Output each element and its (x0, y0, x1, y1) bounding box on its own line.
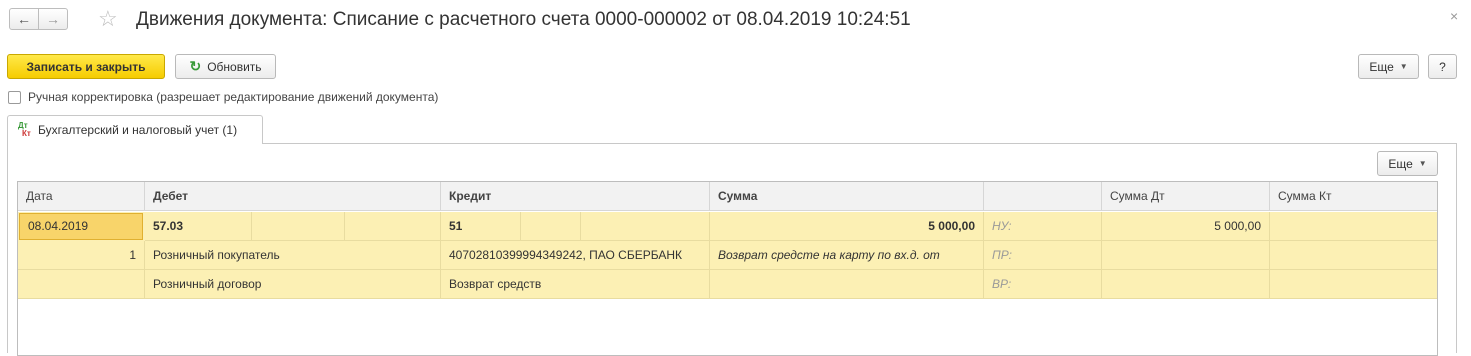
amount-kt-cell[interactable] (1270, 212, 1437, 241)
vr-label: ВР: (984, 270, 1102, 299)
back-button[interactable]: ← (9, 8, 39, 30)
column-header-date[interactable]: Дата (18, 182, 145, 211)
credit-account-cell[interactable]: 51 (441, 212, 521, 241)
amount-dt-pr-cell[interactable] (1102, 241, 1270, 270)
panel-more-button[interactable]: Еще ▼ (1377, 151, 1438, 176)
credit-subconto-cell[interactable] (521, 212, 581, 241)
pr-label: ПР: (984, 241, 1102, 270)
forward-button[interactable]: → (38, 8, 68, 30)
manual-edit-checkbox[interactable] (8, 91, 21, 104)
row-number-cell: 1 (18, 241, 145, 270)
arrow-left-icon: ← (17, 11, 31, 27)
manual-edit-label[interactable]: Ручная корректировка (разрешает редактир… (28, 90, 438, 104)
column-header-amount[interactable]: Сумма (710, 182, 984, 211)
column-header-amount-kt[interactable]: Сумма Кт (1270, 182, 1437, 211)
refresh-icon: ↻ (189, 58, 202, 74)
debit-subconto-cell[interactable] (345, 212, 441, 241)
refresh-button[interactable]: ↻ Обновить (175, 54, 276, 79)
empty-cell (18, 270, 145, 299)
help-button[interactable]: ? (1428, 54, 1457, 79)
date-cell[interactable]: 08.04.2019 (19, 213, 143, 240)
tab-label: Бухгалтерский и налоговый учет (1) (38, 123, 238, 137)
amount-dt-vr-cell[interactable] (1102, 270, 1270, 299)
amount-cell[interactable]: 5 000,00 (710, 212, 984, 241)
amount-kt-vr-cell[interactable] (1270, 270, 1437, 299)
window-title: Движения документа: Списание с расчетног… (136, 9, 911, 30)
refresh-label: Обновить (207, 59, 262, 74)
column-header-blank[interactable] (984, 182, 1102, 211)
movements-table: Дата Дебет Кредит Сумма Сумма Дт Сумма К… (17, 181, 1438, 356)
debit-subconto2-cell[interactable]: Розничный договор (145, 270, 441, 299)
column-header-debit[interactable]: Дебет (145, 182, 441, 211)
panel-more-label: Еще (1388, 156, 1413, 171)
credit-subconto2-cell[interactable]: Возврат средств (441, 270, 710, 299)
debit-subconto1-cell[interactable]: Розничный покупатель (145, 241, 441, 270)
credit-subconto-cell[interactable] (581, 212, 710, 241)
credit-subconto1-cell[interactable]: 40702810399994349242, ПАО СБЕРБАНК (441, 241, 710, 270)
nu-label: НУ: (984, 212, 1102, 241)
amount-dt-cell[interactable]: 5 000,00 (1102, 212, 1270, 241)
save-and-close-button[interactable]: Записать и закрыть (7, 54, 165, 79)
caret-down-icon: ▼ (1418, 159, 1427, 168)
amount-kt-pr-cell[interactable] (1270, 241, 1437, 270)
caret-down-icon: ▼ (1399, 62, 1408, 71)
tab-accounting[interactable]: Дт Кт Бухгалтерский и налоговый учет (1) (7, 115, 263, 144)
favorite-star-icon[interactable]: ☆ (98, 6, 118, 32)
debit-account-cell[interactable]: 57.03 (145, 212, 252, 241)
debit-credit-icon: Дт Кт (18, 121, 31, 138)
column-header-credit[interactable]: Кредит (441, 182, 710, 211)
arrow-right-icon: → (46, 11, 60, 27)
column-header-amount-dt[interactable]: Сумма Дт (1102, 182, 1270, 211)
debit-subconto-cell[interactable] (252, 212, 345, 241)
close-icon[interactable]: × (1450, 8, 1458, 24)
more-button[interactable]: Еще ▼ (1358, 54, 1419, 79)
more-label: Еще (1369, 59, 1394, 74)
content-extra-cell[interactable] (710, 270, 984, 299)
content-cell[interactable]: Возврат средсте на карту по вх.д. от (710, 241, 984, 270)
